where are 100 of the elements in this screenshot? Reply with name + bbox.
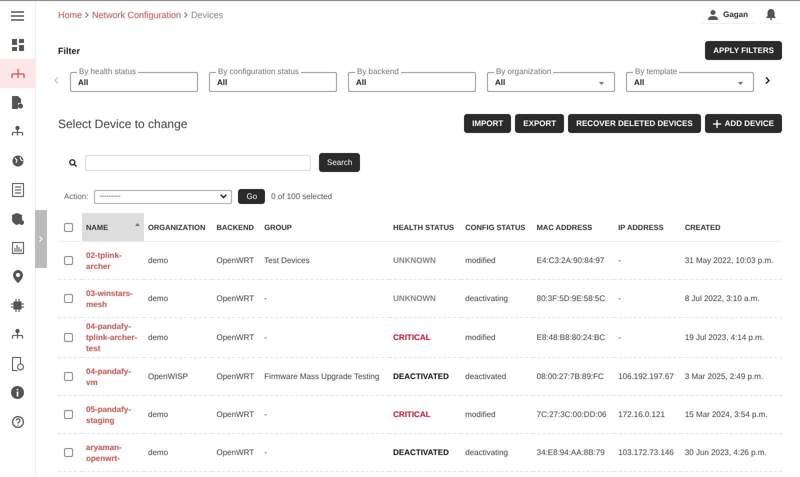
table-cell: OpenWISP <box>144 358 212 396</box>
filter-value: All <box>217 78 228 86</box>
table-cell: deactivating <box>461 434 533 472</box>
action-button[interactable]: ADD DEVICE <box>704 114 782 133</box>
row-checkbox[interactable] <box>64 333 73 342</box>
table-cell: demo <box>144 280 212 318</box>
health-status-cell: CRITICAL <box>389 318 462 358</box>
breadcrumb-link[interactable]: Network Configuration <box>92 10 182 20</box>
health-status-cell: DEACTIVATED <box>389 434 462 472</box>
bell-icon <box>766 9 776 20</box>
chevron-down-icon <box>220 194 228 199</box>
filter-label: By backend <box>355 67 401 77</box>
caret-down-icon <box>599 82 604 85</box>
sidebar-toggle-button[interactable] <box>35 210 47 268</box>
table-cell: OpenWRT <box>212 318 260 358</box>
device-name-link[interactable]: 02-tplink-archer <box>86 250 140 272</box>
search-icon <box>69 158 77 166</box>
device-name-link[interactable]: 04-pandafy-tplink-archer-test <box>86 321 140 354</box>
action-button[interactable]: RECOVER DELETED DEVICES <box>568 114 701 133</box>
go-button[interactable]: Go <box>238 189 266 204</box>
select-all-checkbox[interactable] <box>64 222 73 232</box>
table-cell: OpenWRT <box>212 396 260 434</box>
table-cell: 30 Jun 2023, 4:26 p.m. <box>680 434 782 472</box>
table-cell: E4:C3:2A:90:84:97 <box>532 242 614 280</box>
table-cell: Firmware Mass Upgrade Testing <box>260 358 390 396</box>
filter-value: All <box>495 78 506 86</box>
table-cell: 3 Mar 2025, 2:49 p.m. <box>680 358 782 396</box>
table-cell: OpenWRT <box>212 280 260 318</box>
breadcrumb-separator-icon <box>184 12 188 18</box>
table-cell: demo <box>144 434 212 472</box>
table-cell: modified <box>461 242 533 280</box>
row-checkbox[interactable] <box>64 372 73 381</box>
row-checkbox[interactable] <box>64 294 73 303</box>
table-cell: Test Devices <box>260 242 390 280</box>
table-cell: 19 Jul 2023, 4:14 p.m. <box>680 318 782 358</box>
breadcrumb-separator-icon <box>85 12 90 18</box>
filter-label: By template <box>633 67 680 77</box>
row-checkbox[interactable] <box>64 448 73 457</box>
network-icon <box>10 68 26 78</box>
device-name-link[interactable]: aryaman-openwrt- <box>86 442 140 464</box>
row-checkbox[interactable] <box>64 410 73 419</box>
table-cell: 103.172.73.146 <box>614 434 681 472</box>
health-status-cell: UNKNOWN <box>389 242 462 280</box>
table-cell: 8 Jul 2022, 3:10 a.m. <box>680 280 782 318</box>
table-cell: - <box>260 318 390 358</box>
breadcrumb-current: Devices <box>191 10 224 20</box>
file-gear-icon <box>12 96 23 109</box>
table-cell: deactivated <box>461 358 533 396</box>
device-name-link[interactable]: 03-winstars-mesh <box>86 288 140 310</box>
menu-icon <box>11 10 24 20</box>
search-field[interactable] <box>85 154 311 170</box>
globe-icon <box>12 154 24 166</box>
health-status-cell: CRITICAL <box>389 396 462 434</box>
table-cell: deactivating <box>461 280 533 318</box>
filter-label: By health status <box>77 67 138 77</box>
table-cell: - <box>614 280 681 318</box>
action-label: Action: <box>64 192 88 201</box>
row-checkbox[interactable] <box>64 256 73 265</box>
shield-icon <box>12 212 24 224</box>
table-cell: 80:3F:5D:9E:58:5C <box>532 280 614 318</box>
breadcrumb-link[interactable]: Home <box>58 10 82 20</box>
document-clock-icon <box>12 356 24 370</box>
filter-value: All <box>356 78 366 86</box>
table-cell: - <box>260 280 390 318</box>
hierarchy-icon <box>11 328 24 340</box>
filter-title: Filter <box>58 46 80 56</box>
health-status-cell: UNKNOWN <box>389 280 462 318</box>
action-button[interactable]: EXPORT <box>515 114 564 133</box>
table-cell: demo <box>144 396 212 434</box>
plus-icon <box>712 120 721 128</box>
action-button[interactable]: IMPORT <box>464 114 512 133</box>
device-name-link[interactable]: 05-pandafy-staging <box>86 404 140 426</box>
sort-ascending-icon <box>135 223 140 226</box>
device-name-link[interactable]: 04-pandafy-vm <box>86 366 140 388</box>
chevron-right-icon[interactable] <box>765 76 770 84</box>
table-cell: - <box>260 396 390 434</box>
apply-filters-button[interactable]: APPLY FILTERS <box>705 41 782 60</box>
document-icon <box>12 182 24 196</box>
filter-label: By organization <box>494 67 554 77</box>
table-cell: OpenWRT <box>212 242 260 280</box>
caret-down-icon <box>738 82 743 85</box>
hierarchy-icon <box>11 126 24 138</box>
table-cell: demo <box>144 318 212 358</box>
table-cell: 106.192.197.67 <box>614 358 681 396</box>
sidebar-item[interactable] <box>0 59 35 88</box>
selection-count: 0 of 100 selected <box>271 192 332 201</box>
table-cell: 172.16.0.121 <box>614 396 681 434</box>
chevron-right-icon <box>39 236 43 242</box>
table-cell: - <box>614 318 681 358</box>
filter-label: By configuration status <box>216 67 301 77</box>
table-cell: OpenWRT <box>212 358 260 396</box>
table-cell: E8:48:B8:80:24:BC <box>532 318 614 358</box>
search-button[interactable]: Search <box>319 153 360 172</box>
table-cell: OpenWRT <box>212 434 260 472</box>
health-status-cell: DEACTIVATED <box>389 358 462 396</box>
table-cell: 08:00:27:7B:89:FC <box>532 358 614 396</box>
chip-icon <box>11 299 24 312</box>
table-cell: 15 Mar 2024, 3:54 p.m. <box>680 396 782 434</box>
page-heading: Select Device to change <box>58 116 188 130</box>
table-cell: modified <box>461 396 533 434</box>
